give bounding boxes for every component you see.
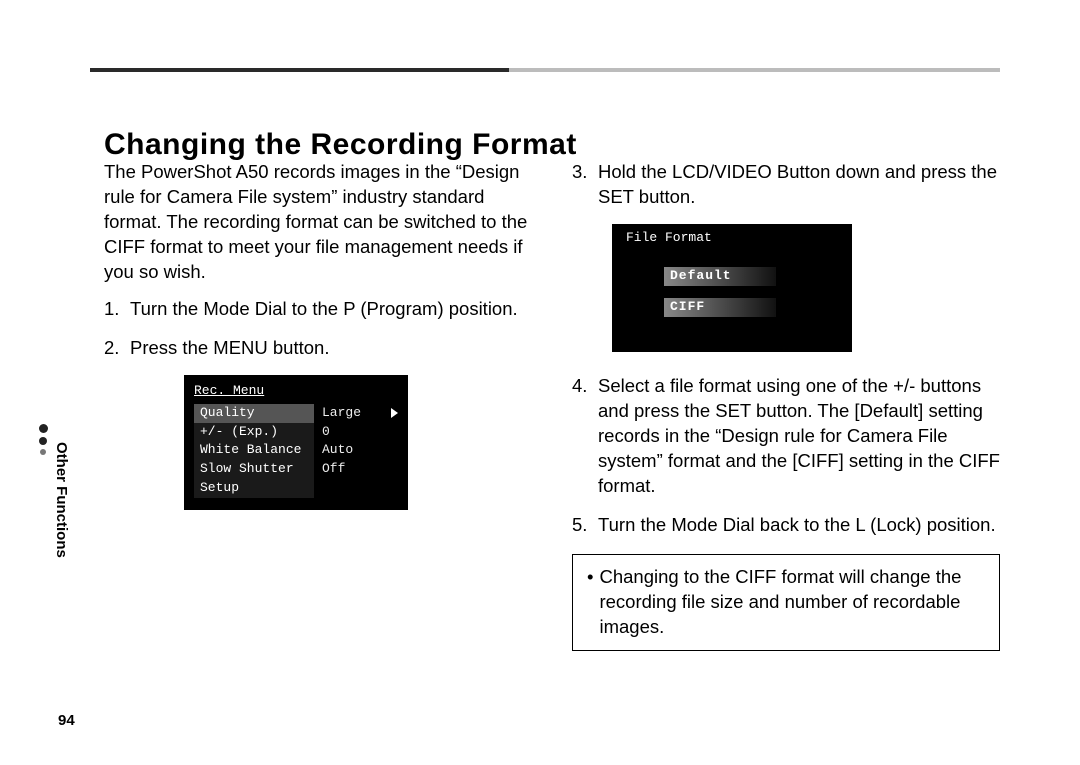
play-triangle-icon (391, 408, 398, 418)
lcd-menu-value: Auto (322, 442, 353, 459)
step-number: 2. (104, 336, 119, 361)
step-text: Turn the Mode Dial to the P (Program) po… (130, 298, 518, 319)
note-text: Changing to the CIFF format will change … (599, 565, 985, 640)
steps-list-right: 3. Hold the LCD/VIDEO Button down and pr… (572, 160, 1000, 210)
step-4: 4. Select a file format using one of the… (572, 374, 1000, 499)
manual-page: Other Functions Changing the Recording F… (0, 0, 1080, 765)
lcd-menu-value: Off (322, 461, 345, 478)
step-2: 2. Press the MENU button. (104, 336, 532, 361)
lcd-file-format: File Format Default CIFF (612, 224, 852, 352)
rule-dark (90, 68, 509, 72)
content-columns: The PowerShot A50 records images in the … (104, 160, 1000, 705)
lcd-menu-label: +/- (Exp.) (194, 423, 314, 442)
step-text: Turn the Mode Dial back to the L (Lock) … (598, 514, 996, 535)
file-format-screenshot: File Format Default CIFF (612, 224, 1000, 352)
page-number: 94 (58, 712, 75, 729)
step-number: 4. (572, 374, 587, 399)
lcd-title: Rec. Menu (194, 383, 398, 400)
lcd-menu-label: Setup (194, 479, 314, 498)
step-3: 3. Hold the LCD/VIDEO Button down and pr… (572, 160, 1000, 210)
note-box: • Changing to the CIFF format will chang… (572, 554, 1000, 651)
lcd-menu-row: Quality Large (194, 404, 398, 423)
bullet-icon: • (587, 565, 593, 640)
section-marker-dots (39, 424, 48, 455)
lcd-menu-value: 0 (322, 424, 330, 441)
right-column: 3. Hold the LCD/VIDEO Button down and pr… (572, 160, 1000, 705)
step-5: 5. Turn the Mode Dial back to the L (Loc… (572, 513, 1000, 538)
intro-paragraph: The PowerShot A50 records images in the … (104, 160, 532, 285)
steps-list-left: 1. Turn the Mode Dial to the P (Program)… (104, 297, 532, 361)
step-number: 5. (572, 513, 587, 538)
top-rule (90, 68, 1000, 72)
lcd-menu-label: White Balance (194, 441, 314, 460)
section-side-label: Other Functions (53, 442, 70, 558)
lcd-title: File Format (626, 230, 842, 247)
step-1: 1. Turn the Mode Dial to the P (Program)… (104, 297, 532, 322)
lcd-menu-row: +/- (Exp.) 0 (194, 423, 398, 442)
step-text: Hold the LCD/VIDEO Button down and press… (598, 161, 997, 207)
lcd-option: Default (664, 267, 776, 286)
step-number: 1. (104, 297, 119, 322)
lcd-rec-menu: Rec. Menu QualityLarge+/- (Exp.)0White B… (184, 375, 408, 510)
steps-list-right-2: 4. Select a file format using one of the… (572, 374, 1000, 538)
page-heading: Changing the Recording Format (104, 128, 577, 162)
rule-light (509, 68, 1000, 72)
step-text: Select a file format using one of the +/… (598, 375, 1000, 496)
lcd-menu-label: Quality (194, 404, 314, 423)
lcd-option: CIFF (664, 298, 776, 317)
lcd-menu-row: White Balance Auto (194, 441, 398, 460)
lcd-menu-row: Setup (194, 479, 398, 498)
step-text: Press the MENU button. (130, 337, 329, 358)
left-column: The PowerShot A50 records images in the … (104, 160, 532, 705)
step-number: 3. (572, 160, 587, 185)
lcd-menu-value: Large (322, 405, 361, 422)
lcd-menu-row: Slow Shutter Off (194, 460, 398, 479)
rec-menu-screenshot: Rec. Menu QualityLarge+/- (Exp.)0White B… (184, 375, 422, 510)
lcd-menu-label: Slow Shutter (194, 460, 314, 479)
